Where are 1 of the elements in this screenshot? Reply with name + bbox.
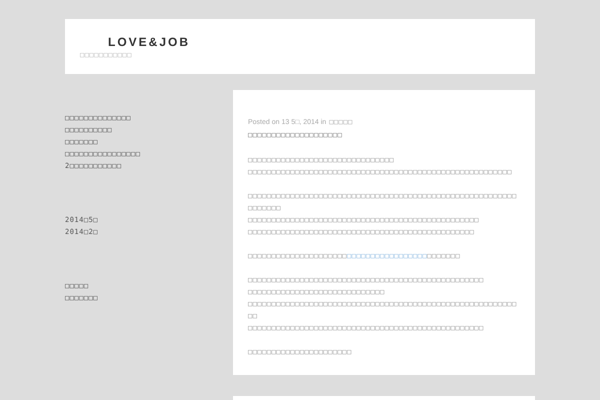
site-title[interactable]: LOVE&JOB bbox=[108, 35, 190, 49]
